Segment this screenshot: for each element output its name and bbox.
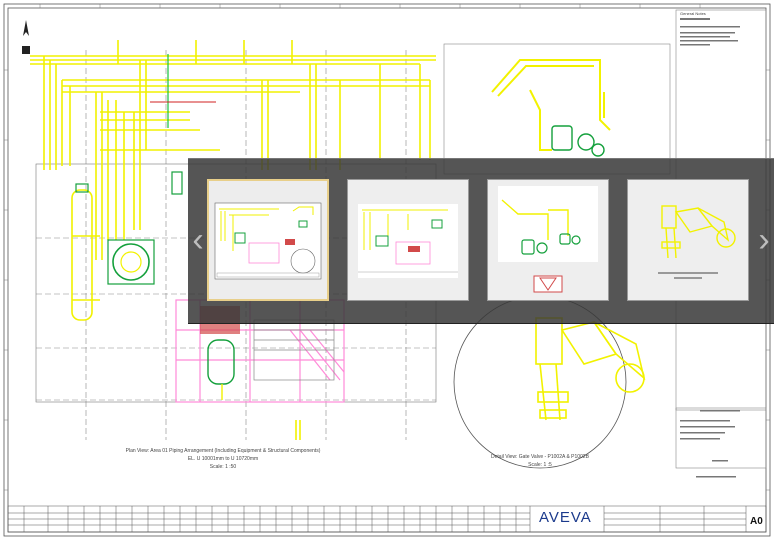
strainer-equipment — [207, 339, 235, 400]
detail-view-scale: Scale: 1 :5 — [528, 462, 552, 468]
thumb-plan-view[interactable] — [347, 179, 469, 301]
plan-view-scale: Scale: 1 :50 — [209, 464, 237, 470]
view-gallery-overlay: ‹ › — [188, 158, 774, 324]
thumb-detail-view[interactable] — [627, 179, 749, 301]
north-arrow-icon — [22, 20, 30, 54]
title-block — [7, 505, 767, 533]
detail-view-caption: Detail View: Gate Valve - P1002A & P1002… — [491, 454, 589, 460]
isometric-view — [443, 43, 671, 175]
pump-equipment — [107, 171, 183, 285]
sheet-size-label: A0 — [750, 516, 763, 527]
plan-view-thumbnail-image — [358, 204, 458, 278]
aveva-logo: AVEVA — [539, 509, 592, 526]
next-arrow-icon[interactable]: › — [756, 209, 772, 271]
previous-arrow-icon[interactable]: ‹ — [190, 209, 206, 271]
full-sheet-thumbnail-image — [214, 202, 322, 280]
general-notes-title: General Notes — [680, 11, 706, 16]
thumb-isometric-view[interactable] — [487, 179, 609, 301]
detail-view-thumbnail-image — [658, 205, 736, 279]
plan-view-elevation: EL. U 10001mm to U 10720mm — [187, 456, 259, 462]
thumb-full-sheet[interactable] — [207, 179, 329, 301]
isometric-thumbnail-image — [498, 186, 598, 293]
plan-view-caption: Plan View: Area 01 Piping Arrangement (I… — [125, 448, 321, 454]
